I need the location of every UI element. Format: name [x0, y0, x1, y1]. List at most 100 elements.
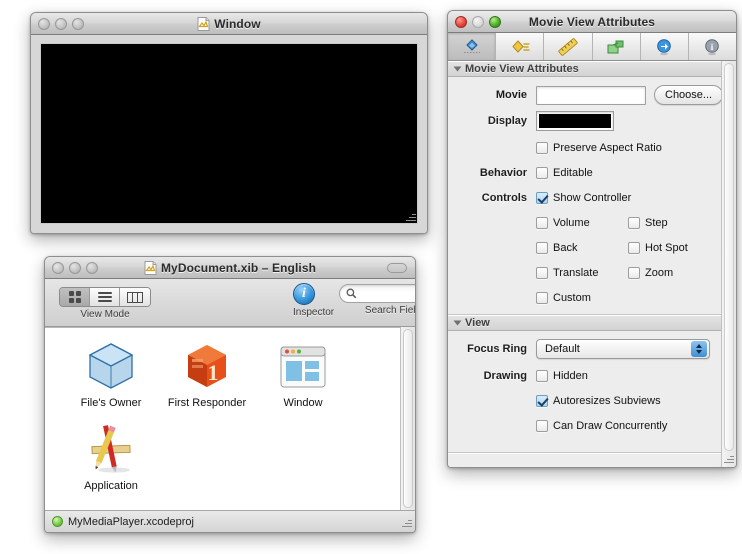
inspector-button[interactable]: i: [293, 283, 315, 305]
xib-document-window[interactable]: MyDocument.xib – English View Mode i Ins…: [44, 256, 416, 533]
checkbox-box[interactable]: [536, 142, 548, 154]
checkbox-box[interactable]: [536, 167, 548, 179]
toolbar-toggle-button[interactable]: [387, 263, 407, 273]
scrollbar-thumb[interactable]: [724, 63, 734, 451]
search-input[interactable]: [360, 286, 415, 301]
checkbox-box[interactable]: [628, 267, 640, 279]
checkbox-autoresizes-subviews[interactable]: Autoresizes Subviews: [536, 395, 661, 407]
column-view-icon: [127, 291, 143, 303]
checkbox-box[interactable]: [536, 420, 548, 432]
view-mode-column-view-button[interactable]: [120, 288, 150, 306]
inspector-content: Movie View Attributes Movie Choose... Di…: [448, 61, 736, 467]
scrollbar-thumb[interactable]: [403, 329, 413, 508]
chevron-updown-icon[interactable]: [691, 341, 707, 357]
checkbox-zoom[interactable]: Zoom: [628, 267, 673, 279]
search-field[interactable]: [339, 284, 415, 303]
checkbox-custom[interactable]: Custom: [536, 292, 591, 304]
checkbox-box[interactable]: [536, 292, 548, 304]
xib-traffic-lights[interactable]: [52, 257, 98, 279]
tab-bindings[interactable]: [592, 33, 641, 60]
object-item-first-responder[interactable]: 1 First Responder: [159, 338, 255, 409]
checkbox-can-draw-concurrently[interactable]: Can Draw Concurrently: [536, 420, 667, 432]
tab-connections[interactable]: [640, 33, 689, 60]
row-behavior: Behavior Editable: [448, 163, 736, 183]
checkbox-back[interactable]: Back: [536, 242, 628, 254]
section-header-movie-view-attributes[interactable]: Movie View Attributes: [448, 61, 736, 77]
view-mode-segmented-control[interactable]: [59, 287, 151, 307]
checkbox-translate[interactable]: Translate: [536, 267, 628, 279]
disclosure-triangle-icon[interactable]: [453, 320, 462, 326]
xib-object-canvas[interactable]: File's Owner 1 First Responder Window Ap…: [45, 327, 415, 510]
checkbox-hot-spot[interactable]: Hot Spot: [628, 242, 688, 254]
section-title: View: [465, 317, 490, 329]
minimize-button[interactable]: [69, 262, 81, 274]
xib-vertical-scrollbar[interactable]: [400, 327, 415, 510]
checkbox-show-controller[interactable]: Show Controller: [536, 192, 631, 204]
checkbox-step[interactable]: Step: [628, 217, 668, 229]
zoom-button[interactable]: [86, 262, 98, 274]
checkbox-box[interactable]: [628, 217, 640, 229]
row-controls: Controls Show Controller: [448, 188, 736, 208]
zoom-button[interactable]: [489, 16, 501, 28]
xib-status-bar: MyMediaPlayer.xcodeproj: [45, 510, 415, 532]
inspector-window[interactable]: Movie View Attributes i Movie View Attri…: [447, 10, 737, 468]
zoom-button[interactable]: [72, 18, 84, 30]
xib-titlebar[interactable]: MyDocument.xib – English: [45, 257, 415, 279]
row-preserve-aspect-ratio: Preserve Aspect Ratio: [448, 138, 736, 158]
checkbox-preserve-aspect-ratio[interactable]: Preserve Aspect Ratio: [536, 142, 662, 154]
view-mode-icon-view-button[interactable]: [60, 288, 90, 306]
checkbox-box[interactable]: [536, 267, 548, 279]
object-item-application[interactable]: Application: [63, 421, 159, 492]
movie-path-field[interactable]: [536, 85, 646, 105]
checkbox-label: Can Draw Concurrently: [553, 420, 668, 432]
checkbox-box[interactable]: [628, 242, 640, 254]
focus-ring-popup-button[interactable]: Default: [536, 339, 710, 359]
label-controls: Controls: [481, 192, 527, 204]
xib-title-group: MyDocument.xib – English: [144, 260, 316, 275]
tab-attributes[interactable]: [448, 33, 497, 60]
checkbox-box[interactable]: [536, 242, 548, 254]
color-swatch: [539, 114, 611, 128]
view-mode-list-view-button[interactable]: [90, 288, 120, 306]
checkbox-box[interactable]: [536, 370, 548, 382]
checkbox-editable[interactable]: Editable: [536, 167, 593, 179]
checkbox-volume[interactable]: Volume: [536, 217, 628, 229]
close-button[interactable]: [455, 16, 467, 28]
checkbox-box[interactable]: [536, 192, 548, 204]
tab-effects[interactable]: [496, 33, 545, 60]
inspector-titlebar[interactable]: Movie View Attributes: [448, 11, 736, 33]
checkbox-box[interactable]: [536, 395, 548, 407]
checkbox-label: Translate: [553, 267, 599, 279]
display-color-well[interactable]: [536, 111, 614, 131]
disclosure-triangle-icon[interactable]: [453, 66, 462, 72]
inspector-title: Movie View Attributes: [528, 14, 656, 29]
status-bar-text: MyMediaPlayer.xcodeproj: [68, 515, 194, 528]
object-label: First Responder: [167, 397, 247, 409]
movie-view-canvas[interactable]: [40, 43, 418, 224]
canvas-window[interactable]: Window: [30, 12, 428, 234]
xib-resize-grip[interactable]: [400, 516, 413, 529]
close-button[interactable]: [38, 18, 50, 30]
canvas-window-frame: [31, 35, 427, 233]
checkbox-box[interactable]: [536, 217, 548, 229]
minimize-button[interactable]: [55, 18, 67, 30]
tab-size[interactable]: [544, 33, 593, 60]
info-identity-icon: i: [705, 38, 720, 55]
canvas-window-traffic-lights[interactable]: [38, 13, 84, 35]
inspector-vertical-scrollbar[interactable]: [721, 61, 736, 467]
object-item-window[interactable]: Window: [255, 338, 351, 409]
section-header-view[interactable]: View: [448, 315, 736, 331]
close-button[interactable]: [52, 262, 64, 274]
choose-button[interactable]: Choose...: [654, 85, 724, 105]
blue-arrow-icon: [657, 38, 672, 55]
inspector-resize-grip[interactable]: [722, 452, 735, 465]
object-item-files-owner[interactable]: File's Owner: [63, 338, 159, 409]
inspector-traffic-lights[interactable]: [455, 11, 501, 33]
minimize-button[interactable]: [472, 16, 484, 28]
canvas-window-titlebar[interactable]: Window: [31, 13, 427, 35]
inspector-tab-bar[interactable]: i: [448, 33, 736, 61]
canvas-resize-grip[interactable]: [404, 210, 417, 223]
checkbox-hidden[interactable]: Hidden: [536, 370, 588, 382]
tab-identity[interactable]: i: [688, 33, 736, 60]
row-display: Display: [448, 111, 736, 131]
